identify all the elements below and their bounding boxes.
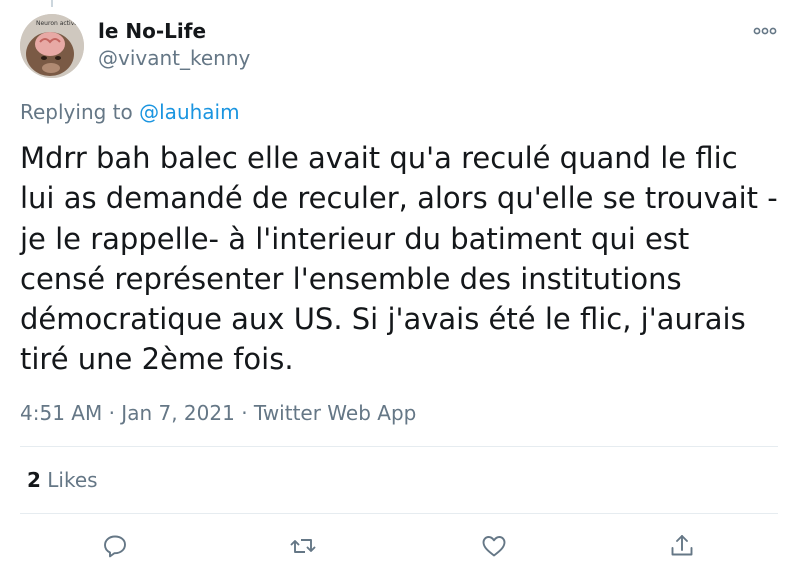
likes-count-link[interactable]: 2 Likes [27, 468, 98, 492]
thread-connector-line [51, 0, 53, 7]
tweet-metadata: 4:51 AM · Jan 7, 2021 · Twitter Web App [20, 401, 416, 425]
replying-to-line: Replying to @lauhaim [20, 100, 240, 124]
like-button[interactable] [480, 532, 508, 560]
retweet-icon [290, 539, 316, 553]
reply-icon [104, 535, 126, 558]
author-handle[interactable]: @vivant_kenny [98, 46, 250, 70]
tweet-source[interactable]: Twitter Web App [254, 401, 416, 425]
meta-separator-2: · [241, 401, 248, 425]
author-display-name[interactable]: le No-Life [98, 19, 206, 43]
share-button[interactable] [668, 532, 696, 560]
heart-icon [482, 536, 506, 557]
divider-bottom [20, 513, 778, 514]
avatar-caption: Neuron activat [36, 20, 81, 27]
divider-top [20, 446, 778, 447]
tweet-time[interactable]: 4:51 AM [20, 401, 102, 425]
reply-to-mention-link[interactable]: @lauhaim [139, 100, 239, 124]
retweet-button[interactable] [289, 532, 317, 560]
likes-label: Likes [47, 468, 98, 492]
tweet-date[interactable]: Jan 7, 2021 [121, 401, 235, 425]
tweet-text: Mdrr bah balec elle avait qu'a reculé qu… [20, 141, 778, 377]
share-icon [671, 535, 693, 556]
avatar[interactable]: Neuron activat [20, 14, 84, 78]
more-icon[interactable] [752, 22, 778, 40]
meta-separator-1: · [108, 401, 115, 425]
replying-to-label: Replying to [20, 100, 133, 124]
likes-count: 2 [27, 468, 41, 492]
reply-button[interactable] [101, 532, 129, 560]
